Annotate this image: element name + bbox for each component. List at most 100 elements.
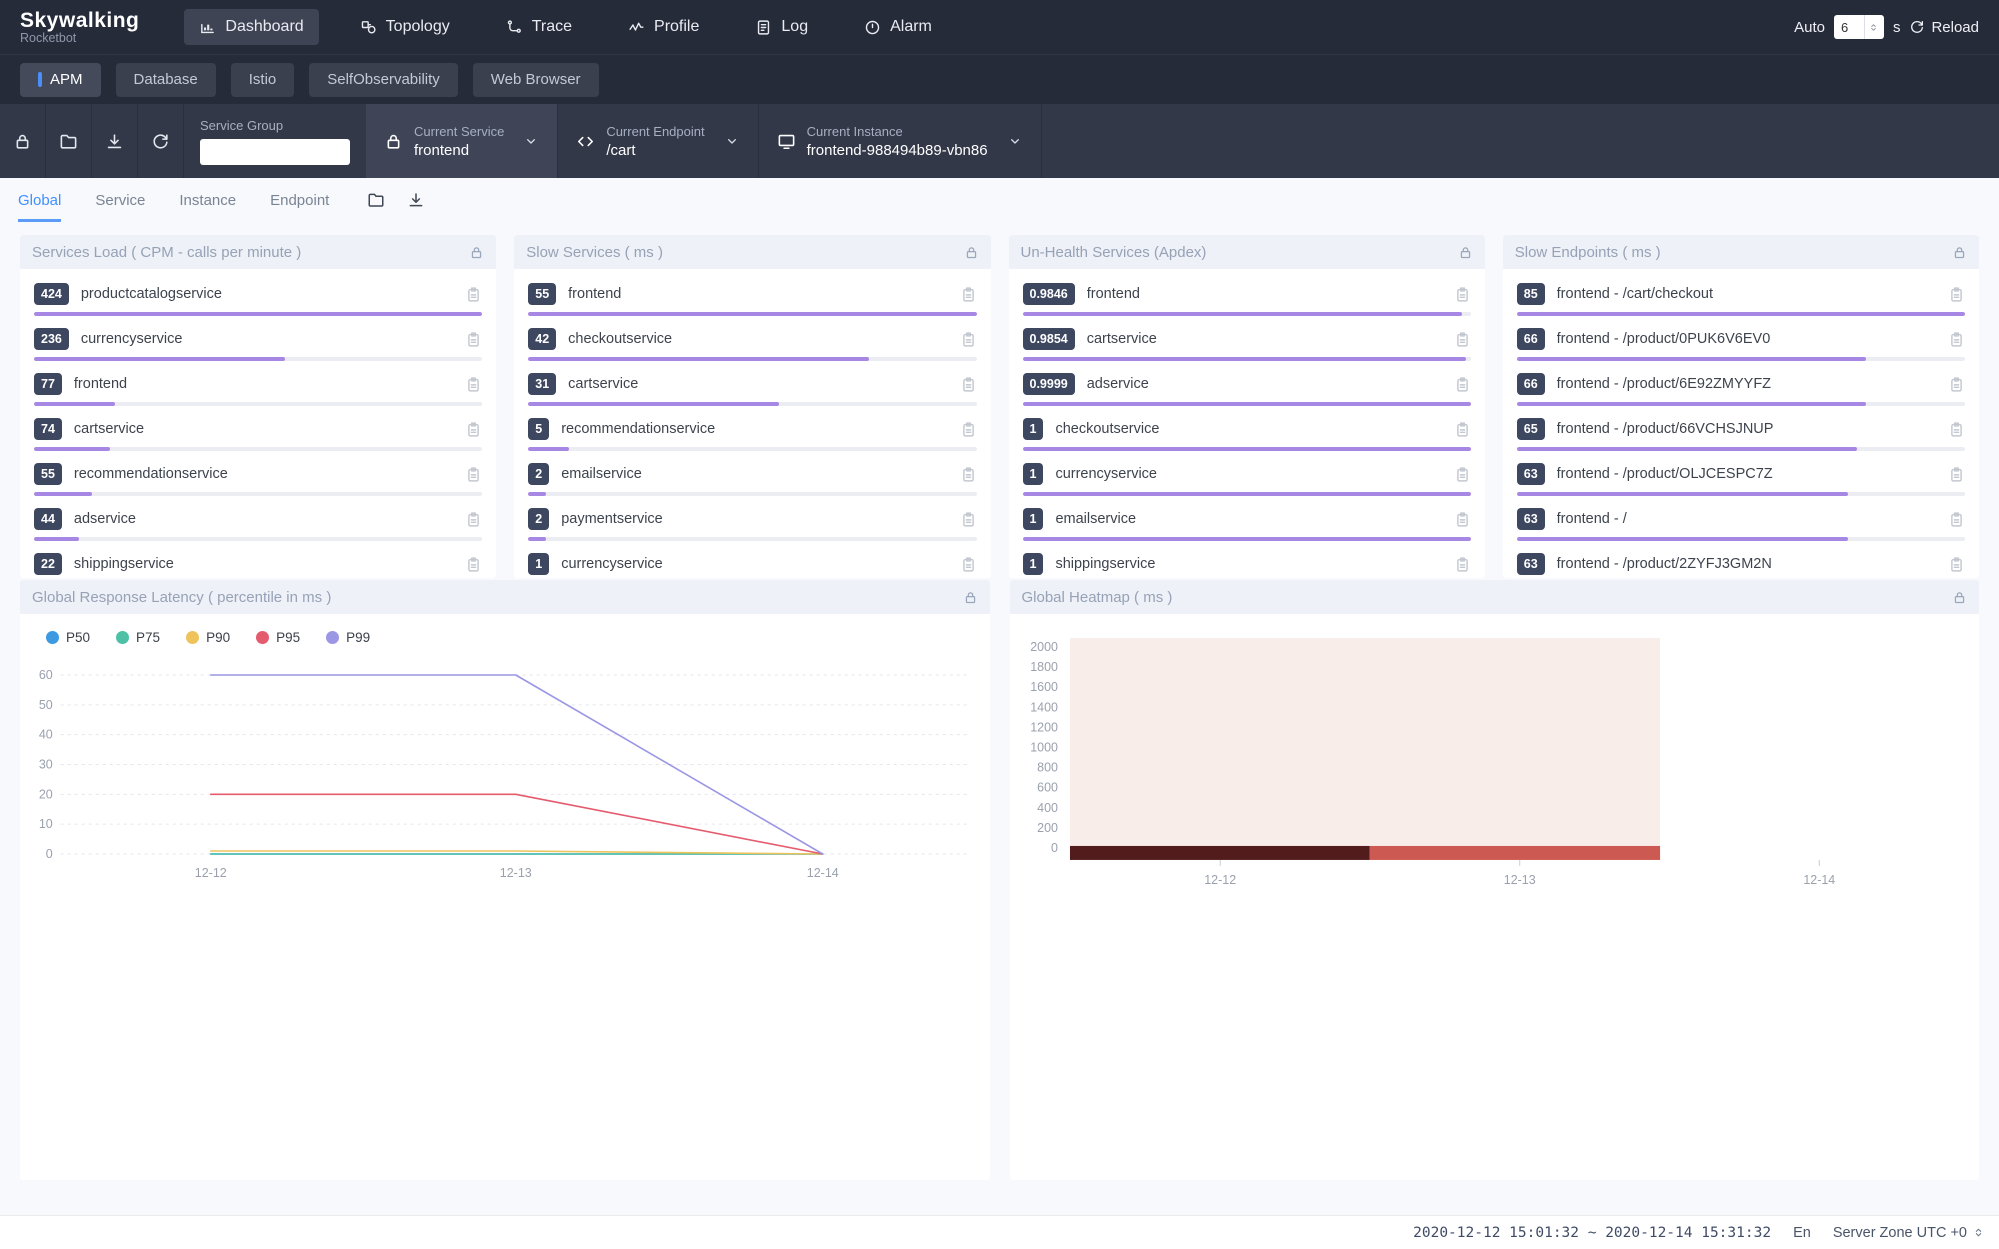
lock-button[interactable]: [0, 104, 46, 178]
reload-button[interactable]: Reload: [1909, 19, 1979, 36]
clipboard-icon[interactable]: [960, 511, 977, 528]
rank-item[interactable]: 1shippingservice: [1023, 553, 1471, 578]
rank-item[interactable]: 236currencyservice: [34, 328, 482, 361]
clipboard-icon[interactable]: [1948, 376, 1965, 393]
clipboard-icon[interactable]: [960, 466, 977, 483]
clipboard-icon[interactable]: [960, 286, 977, 303]
tab-instance[interactable]: Instance: [179, 178, 236, 222]
clipboard-icon[interactable]: [1454, 556, 1471, 573]
panel-header: Un-Health Services (Apdex): [1009, 235, 1485, 269]
lock-icon[interactable]: [1952, 590, 1967, 605]
rank-item[interactable]: 77frontend: [34, 373, 482, 406]
legend-item-p99[interactable]: P99: [326, 630, 370, 645]
clipboard-icon[interactable]: [1454, 331, 1471, 348]
subnav-tab-web-browser[interactable]: Web Browser: [473, 63, 599, 97]
clipboard-icon[interactable]: [960, 556, 977, 573]
rank-item[interactable]: 44adservice: [34, 508, 482, 541]
clipboard-icon[interactable]: [465, 331, 482, 348]
rank-item[interactable]: 424productcatalogservice: [34, 283, 482, 316]
selector-current-instance[interactable]: Current Instancefrontend-988494b89-vbn86: [759, 104, 1042, 178]
app-logo[interactable]: Skywalking Rocketbot: [20, 10, 140, 45]
clipboard-icon[interactable]: [960, 376, 977, 393]
legend-item-p50[interactable]: P50: [46, 630, 90, 645]
rank-item[interactable]: 1currencyservice: [528, 553, 976, 578]
tab-endpoint[interactable]: Endpoint: [270, 178, 329, 222]
rank-item[interactable]: 0.9999adservice: [1023, 373, 1471, 406]
clipboard-icon[interactable]: [1948, 511, 1965, 528]
lock-icon[interactable]: [963, 590, 978, 605]
rank-item[interactable]: 55recommendationservice: [34, 463, 482, 496]
clipboard-icon[interactable]: [1948, 466, 1965, 483]
lock-icon[interactable]: [964, 245, 979, 260]
folder-button[interactable]: [46, 104, 92, 178]
selector-current-endpoint[interactable]: Current Endpoint/cart: [558, 104, 758, 178]
clipboard-icon[interactable]: [1454, 511, 1471, 528]
clipboard-icon[interactable]: [1948, 556, 1965, 573]
folder-icon[interactable]: [367, 191, 385, 209]
nav-item-alarm[interactable]: Alarm: [849, 9, 947, 45]
nav-item-trace[interactable]: Trace: [491, 9, 587, 45]
clipboard-icon[interactable]: [1454, 376, 1471, 393]
clipboard-icon[interactable]: [465, 376, 482, 393]
subnav-tab-database[interactable]: Database: [116, 63, 216, 97]
rank-item[interactable]: 63frontend - /: [1517, 508, 1965, 541]
rank-item[interactable]: 0.9854cartservice: [1023, 328, 1471, 361]
zone-stepper[interactable]: [1972, 1226, 1985, 1239]
tab-global[interactable]: Global: [18, 178, 61, 222]
clipboard-icon[interactable]: [960, 421, 977, 438]
rank-item[interactable]: 55frontend: [528, 283, 976, 316]
clipboard-icon[interactable]: [1454, 286, 1471, 303]
clipboard-icon[interactable]: [1948, 331, 1965, 348]
service-group-input[interactable]: [200, 139, 350, 165]
interval-stepper[interactable]: [1864, 15, 1882, 39]
legend-item-p95[interactable]: P95: [256, 630, 300, 645]
rank-item[interactable]: 66frontend - /product/0PUK6V6EV0: [1517, 328, 1965, 361]
time-range-picker[interactable]: 2020-12-12 15:01:32 ~ 2020-12-14 15:31:3…: [1413, 1225, 1771, 1241]
nav-item-dashboard[interactable]: Dashboard: [184, 9, 318, 45]
legend-item-p75[interactable]: P75: [116, 630, 160, 645]
lock-icon[interactable]: [469, 245, 484, 260]
rank-item[interactable]: 1currencyservice: [1023, 463, 1471, 496]
clipboard-icon[interactable]: [465, 421, 482, 438]
rank-item[interactable]: 1checkoutservice: [1023, 418, 1471, 451]
selector-current-service[interactable]: Current Servicefrontend: [366, 104, 558, 178]
rank-item[interactable]: 65frontend - /product/66VCHSJNUP: [1517, 418, 1965, 451]
rank-item[interactable]: 66frontend - /product/6E92ZMYYFZ: [1517, 373, 1965, 406]
nav-item-topology[interactable]: Topology: [345, 9, 465, 45]
clipboard-icon[interactable]: [465, 286, 482, 303]
rank-item[interactable]: 2emailservice: [528, 463, 976, 496]
clipboard-icon[interactable]: [465, 466, 482, 483]
lock-icon[interactable]: [1952, 245, 1967, 260]
rank-item[interactable]: 0.9846frontend: [1023, 283, 1471, 316]
subnav-tab-istio[interactable]: Istio: [231, 63, 295, 97]
rank-item[interactable]: 22shippingservice: [34, 553, 482, 578]
clipboard-icon[interactable]: [1948, 286, 1965, 303]
rank-item[interactable]: 85frontend - /cart/checkout: [1517, 283, 1965, 316]
rank-item[interactable]: 5recommendationservice: [528, 418, 976, 451]
nav-item-profile[interactable]: Profile: [613, 9, 714, 45]
clipboard-icon[interactable]: [465, 556, 482, 573]
download-button[interactable]: [92, 104, 138, 178]
clipboard-icon[interactable]: [465, 511, 482, 528]
clipboard-icon[interactable]: [1454, 421, 1471, 438]
download-icon[interactable]: [407, 191, 425, 209]
rank-item[interactable]: 74cartservice: [34, 418, 482, 451]
nav-item-log[interactable]: Log: [740, 9, 823, 45]
rank-item[interactable]: 63frontend - /product/2ZYFJ3GM2N: [1517, 553, 1965, 578]
auto-interval-input[interactable]: [1834, 20, 1864, 35]
rank-item[interactable]: 63frontend - /product/OLJCESPC7Z: [1517, 463, 1965, 496]
subnav-tab-selfobservability[interactable]: SelfObservability: [309, 63, 458, 97]
rank-item[interactable]: 2paymentservice: [528, 508, 976, 541]
tab-service[interactable]: Service: [95, 178, 145, 222]
rank-item[interactable]: 1emailservice: [1023, 508, 1471, 541]
language-toggle[interactable]: En: [1793, 1225, 1811, 1241]
clipboard-icon[interactable]: [1948, 421, 1965, 438]
clipboard-icon[interactable]: [960, 331, 977, 348]
clipboard-icon[interactable]: [1454, 466, 1471, 483]
rank-item[interactable]: 42checkoutservice: [528, 328, 976, 361]
legend-item-p90[interactable]: P90: [186, 630, 230, 645]
refresh-button[interactable]: [138, 104, 184, 178]
subnav-tab-apm[interactable]: APM: [20, 63, 101, 97]
lock-icon[interactable]: [1458, 245, 1473, 260]
rank-item[interactable]: 31cartservice: [528, 373, 976, 406]
